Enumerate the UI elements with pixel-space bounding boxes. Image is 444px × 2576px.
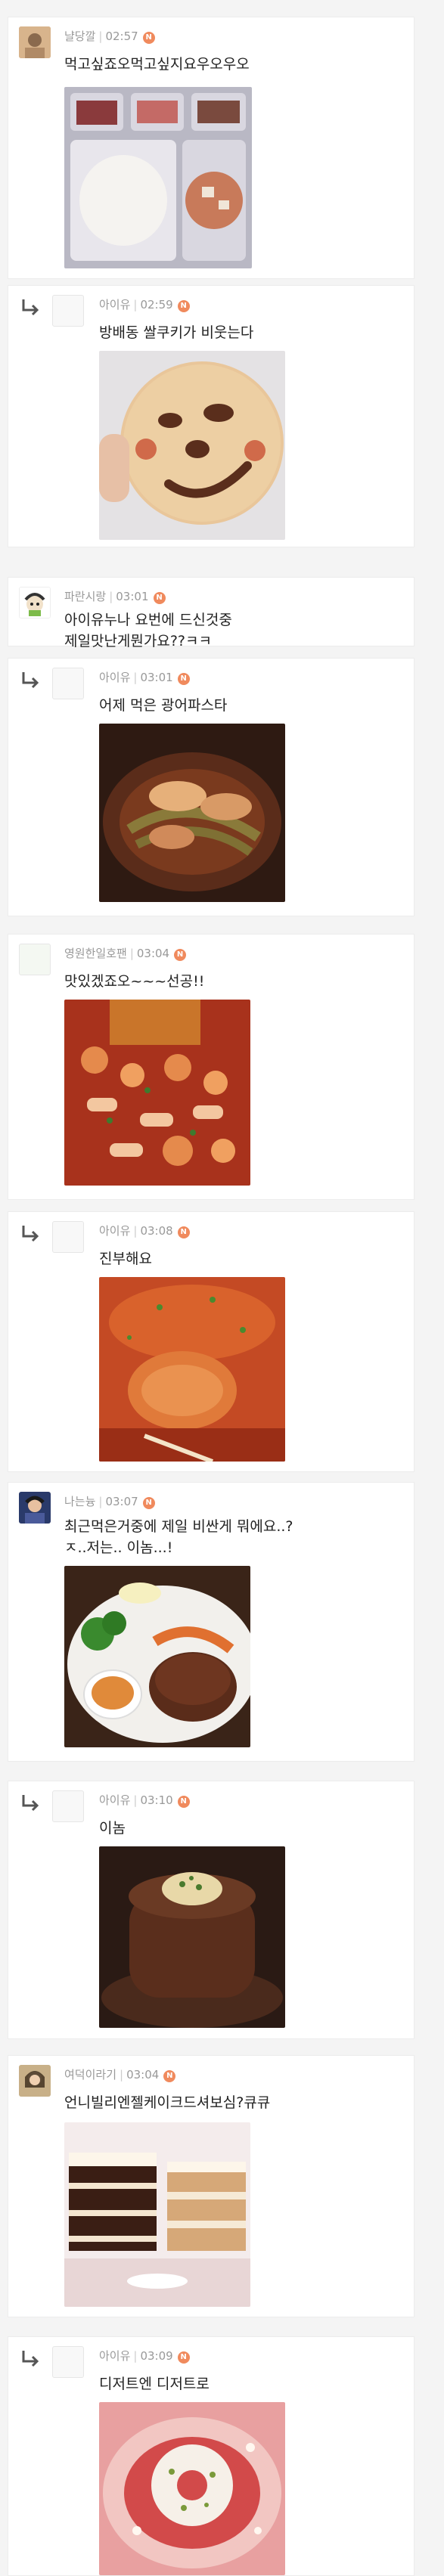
author-name[interactable]: 아이유 (99, 1793, 130, 1807)
avatar[interactable] (19, 26, 51, 58)
comment-text: 최근먹은거중에 제일 비싼게 뭐에요..? ㅈ..저는.. 이놈...! (64, 1518, 293, 1556)
reply-arrow-icon (22, 1795, 39, 1812)
comment-text: 아이유누나 요번에 드신것중 제일맛난게뭔가요??ㅋㅋ (64, 612, 232, 649)
avatar[interactable] (52, 668, 84, 699)
new-badge: N (174, 949, 187, 961)
comment-meta: 아이유 | 03:10 N (99, 1792, 190, 1808)
comment-text: 언니빌리엔젤케이크드셔보심?큐큐 (64, 2094, 271, 2111)
rice-cake-sauce-photo[interactable] (99, 1277, 285, 1462)
reply-card: 아이유 | 03:01 N 어제 먹은 광어파스타 (8, 658, 415, 916)
comment-text: 방배동 쌀쿠키가 비웃는다 (99, 324, 254, 341)
comment-meta: 파란시랑 | 03:01 N (64, 588, 166, 604)
reply-card: 아이유 | 02:59 N 방배동 쌀쿠키가 비웃는다 (8, 285, 415, 547)
comment-meta: 나는늉 | 03:07 N (64, 1493, 155, 1509)
author-name[interactable]: 아이유 (99, 2349, 130, 2363)
new-badge: N (142, 32, 155, 44)
steak-plate-photo[interactable] (64, 1566, 250, 1747)
avatar[interactable] (19, 944, 51, 975)
comment-time: 03:08 (140, 1224, 173, 1238)
reply-card: 아이유 | 03:08 N 진부해요 (8, 1211, 415, 1472)
comment-text: 맛있겠죠오~~~선공!! (64, 973, 205, 990)
new-badge: N (177, 1796, 190, 1808)
layer-cakes-photo[interactable] (64, 2122, 250, 2307)
author-name[interactable]: 나는늉 (64, 1495, 95, 1508)
comment-meta: 아이유 | 03:09 N (99, 2348, 190, 2364)
comment-card: 나는늉 | 03:07 N 최근먹은거중에 제일 비싼게 뭐에요..? ㅈ..저는..… (8, 1482, 415, 1762)
comment-time: 03:07 (105, 1495, 138, 1508)
comment-meta: 여덕이라기 | 03:04 N (64, 2066, 176, 2082)
author-name[interactable]: 아이유 (99, 671, 130, 684)
avatar[interactable] (52, 295, 84, 327)
new-badge: N (177, 2351, 190, 2364)
new-badge: N (153, 592, 166, 604)
comment-text: 진부해요 (99, 1251, 152, 1267)
reply-arrow-icon (22, 299, 39, 316)
comment-card: 여덕이라기 | 03:04 N 언니빌리엔젤케이크드셔보심?큐큐 (8, 2055, 415, 2317)
comment-time: 02:57 (105, 29, 138, 43)
reply-card: 아이유 | 03:09 N 디저트엔 디저트로 (8, 2336, 415, 2576)
comment-time: 03:09 (140, 2349, 173, 2363)
flounder-pasta-photo[interactable] (99, 724, 285, 902)
reply-arrow-icon (22, 1226, 39, 1242)
reply-arrow-icon (22, 672, 39, 689)
dessert-bowl-photo[interactable] (99, 2402, 285, 2575)
tteokbokki-cutlet-photo[interactable] (64, 1000, 250, 1186)
avatar[interactable] (19, 587, 51, 618)
avatar[interactable] (52, 2346, 84, 2378)
new-badge: N (177, 1226, 190, 1238)
new-badge: N (142, 1497, 155, 1509)
author-name[interactable]: 파란시랑 (64, 590, 106, 603)
author-name[interactable]: 여덕이라기 (64, 2068, 116, 2082)
meal-tray-photo[interactable] (64, 87, 252, 268)
comment-time: 03:01 (116, 590, 149, 603)
comment-card: 냘당깔 | 02:57 N 먹고싶죠오먹고싶지요우오우오 (8, 17, 415, 279)
author-name[interactable]: 아이유 (99, 298, 130, 312)
new-badge: N (177, 300, 190, 312)
comment-time: 03:04 (126, 2068, 160, 2082)
comment-time: 02:59 (140, 298, 173, 312)
author-name[interactable]: 영원한일호팬 (64, 947, 127, 960)
avatar[interactable] (52, 1221, 84, 1253)
comment-text: 이놈 (99, 1820, 126, 1837)
comment-time: 03:04 (136, 947, 170, 960)
comment-card: 영원한일호팬 | 03:04 N 맛있겠죠오~~~선공!! (8, 934, 415, 1200)
thick-steak-photo[interactable] (99, 1846, 285, 2028)
comment-meta: 영원한일호팬 | 03:04 N (64, 945, 187, 961)
new-badge: N (177, 673, 190, 685)
comment-text: 먹고싶죠오먹고싶지요우오우오 (64, 56, 250, 73)
avatar[interactable] (19, 2065, 51, 2097)
comment-text: 디저트엔 디저트로 (99, 2376, 210, 2392)
comment-meta: 냘당깔 | 02:57 N (64, 28, 155, 44)
avatar[interactable] (19, 1492, 51, 1524)
comment-card: 파란시랑 | 03:01 N 아이유누나 요번에 드신것중 제일맛난게뭔가요??ㅋㅋ (8, 577, 415, 649)
comment-time: 03:01 (140, 671, 173, 684)
author-name[interactable]: 냘당깔 (64, 29, 95, 43)
comment-meta: 아이유 | 03:08 N (99, 1223, 190, 1238)
author-name[interactable]: 아이유 (99, 1224, 130, 1238)
comment-meta: 아이유 | 03:01 N (99, 669, 190, 685)
comment-text: 어제 먹은 광어파스타 (99, 697, 228, 714)
avatar[interactable] (52, 1790, 84, 1822)
new-badge: N (163, 2070, 176, 2082)
reply-card: 아이유 | 03:10 N 이놈 (8, 1781, 415, 2039)
reply-arrow-icon (22, 2351, 39, 2367)
smiley-cookie-photo[interactable] (99, 351, 285, 540)
comment-time: 03:10 (140, 1793, 173, 1807)
comment-meta: 아이유 | 02:59 N (99, 296, 190, 312)
